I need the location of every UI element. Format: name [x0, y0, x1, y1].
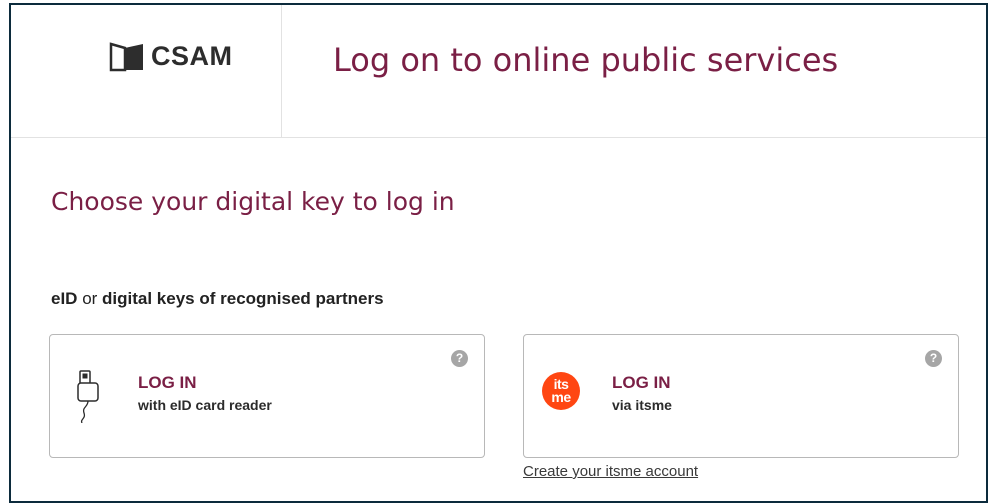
logo-text: CSAM: [151, 41, 233, 71]
page-header: CSAM Log on to online public services: [11, 5, 986, 138]
section-label-eid: eID: [51, 289, 78, 308]
csam-door-icon: [109, 41, 143, 71]
help-icon[interactable]: ?: [925, 350, 942, 367]
card-subtitle: with eID card reader: [138, 397, 272, 413]
itsme-logo-icon: its me: [542, 372, 580, 410]
login-itsme-card[interactable]: ? its me LOG IN via itsme: [523, 334, 959, 458]
page-title: Log on to online public services: [333, 41, 839, 79]
card-title: LOG IN: [612, 373, 671, 392]
login-window: CSAM Log on to online public services Ch…: [9, 3, 988, 503]
section-label-partners: digital keys of recognised partners: [102, 289, 384, 308]
help-icon[interactable]: ?: [451, 350, 468, 367]
create-itsme-account-link[interactable]: Create your itsme account: [523, 463, 698, 480]
section-label-or: or: [77, 289, 103, 308]
card-title: LOG IN: [138, 373, 197, 392]
card-reader-icon: [77, 370, 99, 423]
login-eid-card[interactable]: ? LOG IN with eID card reader: [49, 334, 485, 458]
login-heading: Choose your digital key to log in: [51, 187, 455, 216]
card-subtitle: via itsme: [612, 397, 672, 413]
section-label: eID or digital keys of recognised partne…: [51, 289, 384, 309]
itsme-logo-me: me: [551, 389, 571, 405]
logo-cell: CSAM: [11, 5, 282, 137]
csam-logo[interactable]: CSAM: [109, 41, 233, 72]
